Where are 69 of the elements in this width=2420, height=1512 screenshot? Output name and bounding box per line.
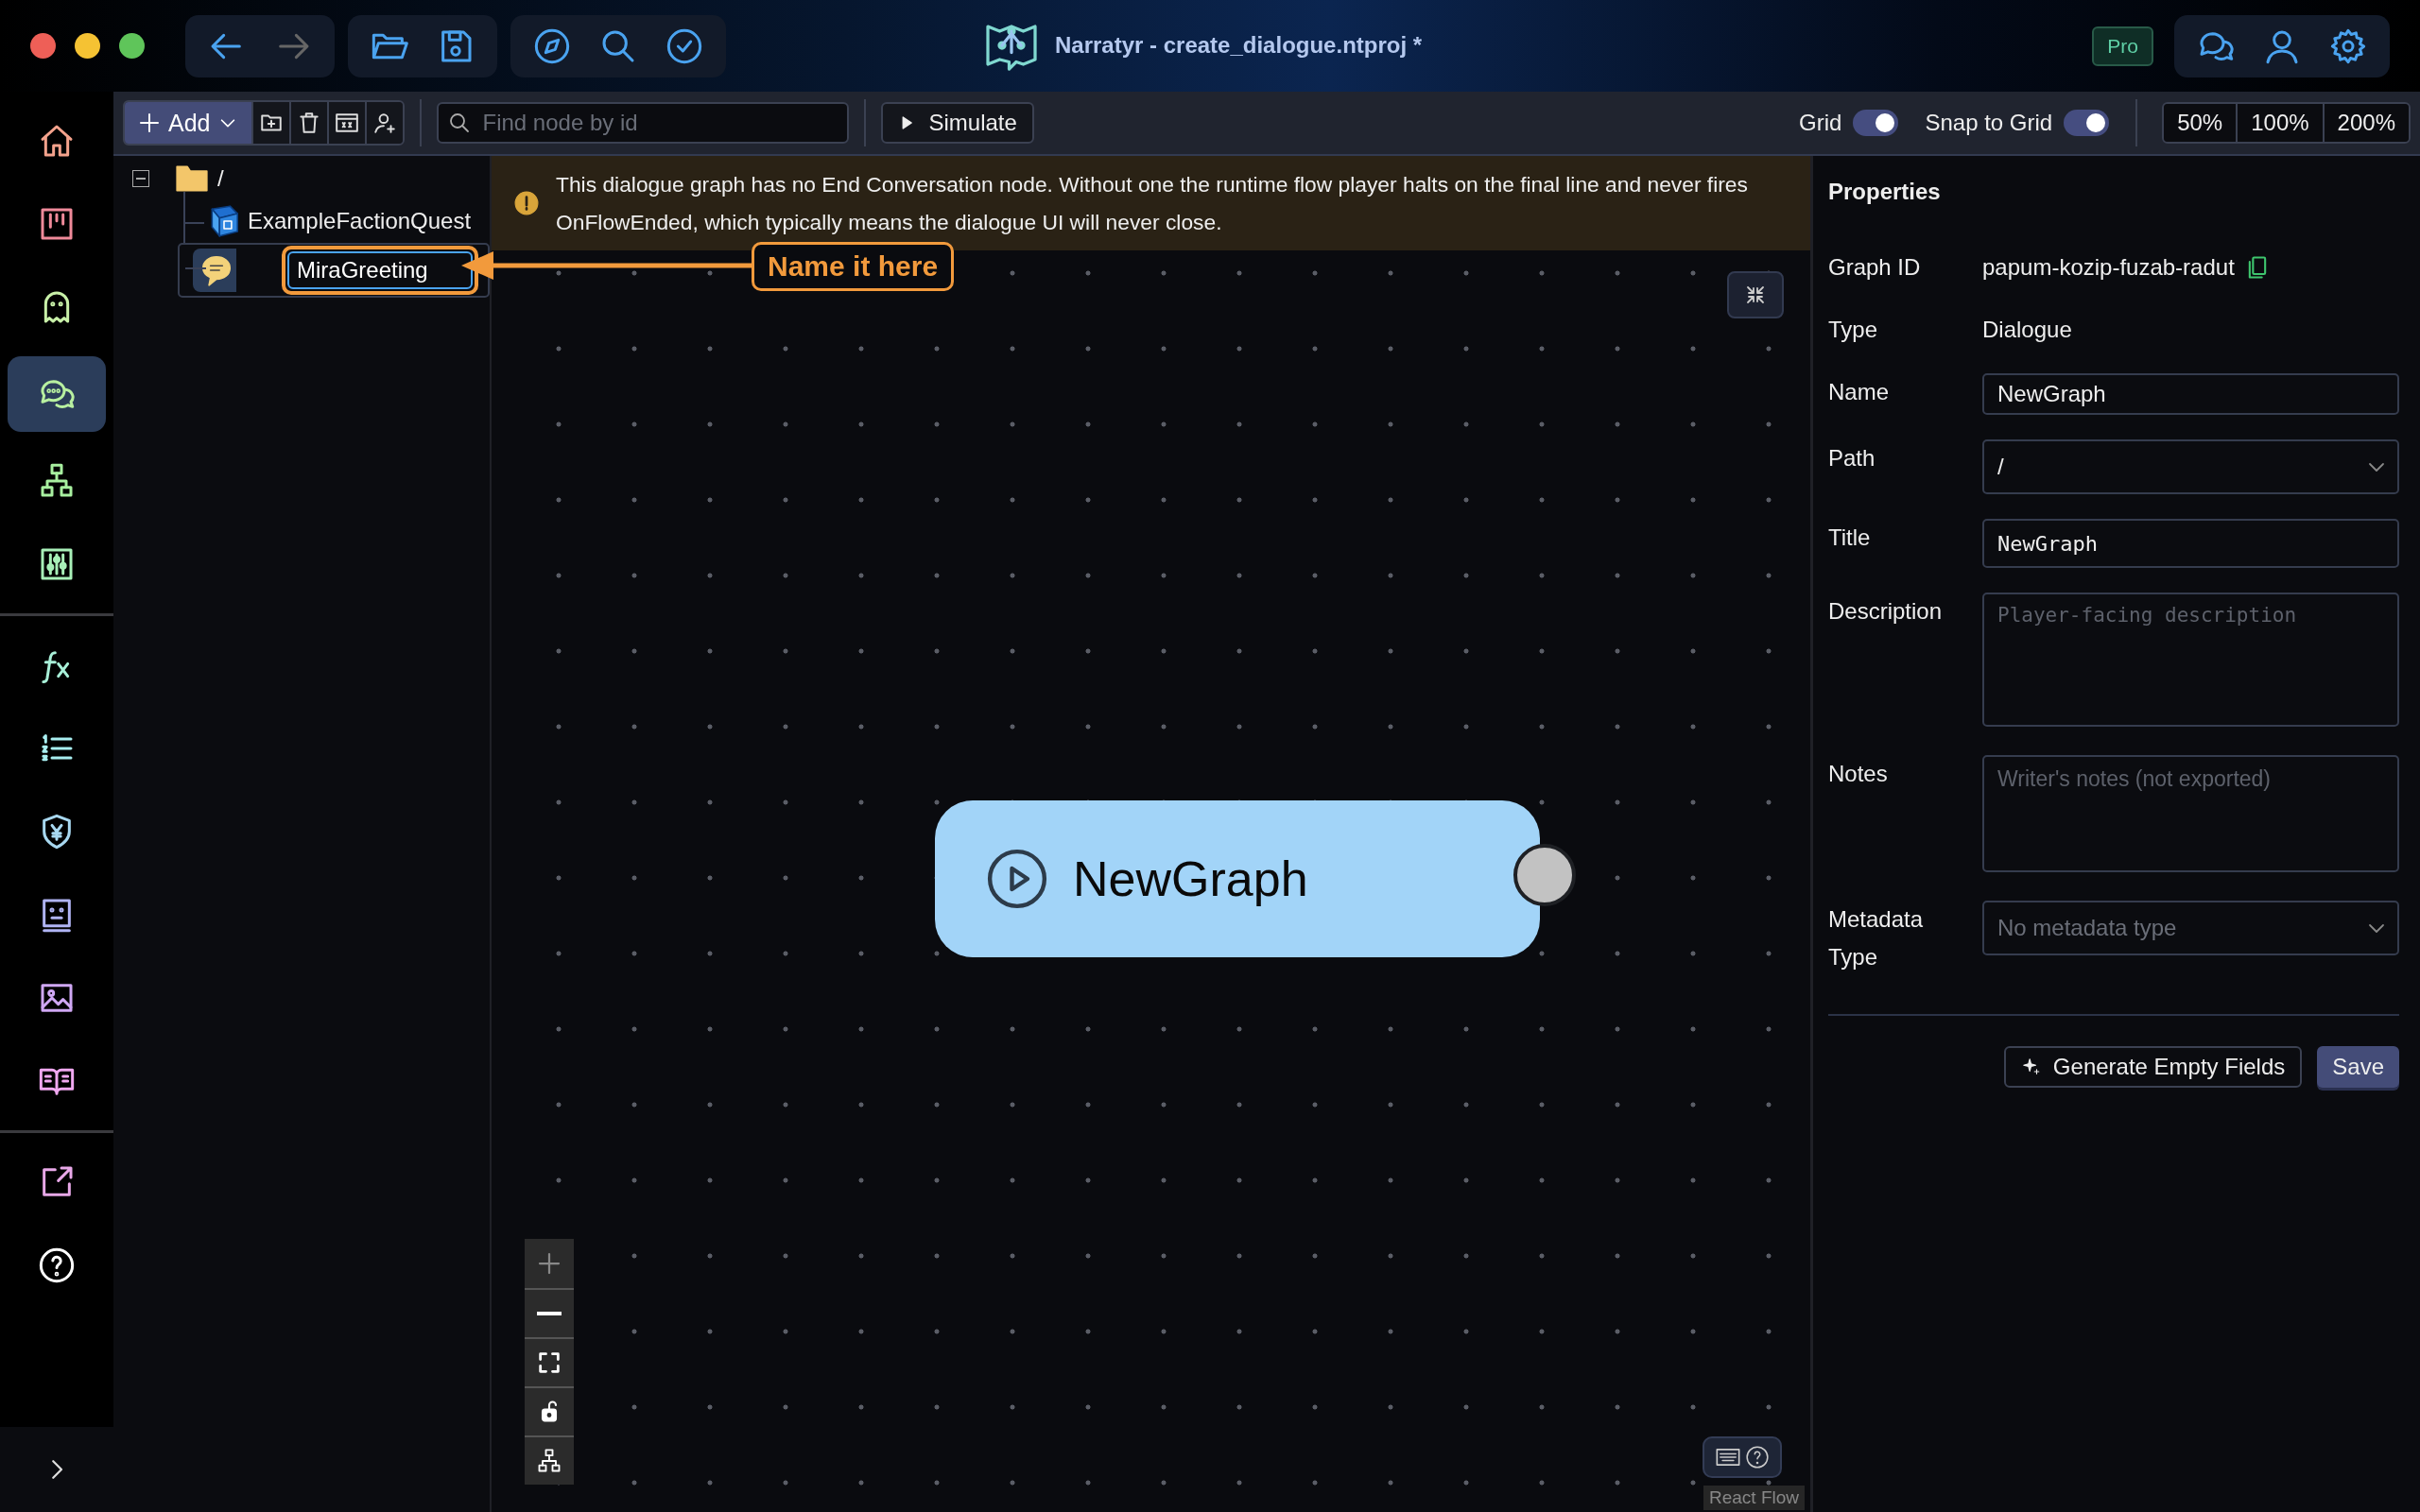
save-button[interactable]: Save — [2317, 1046, 2399, 1088]
toggle-label: Grid — [1799, 110, 1842, 136]
tree-item[interactable]: ExampleFactionQuest — [248, 208, 472, 234]
settings-button[interactable] — [2329, 26, 2367, 65]
text-area[interactable]: Player-facing description — [1982, 593, 2399, 727]
sidebar-item[interactable] — [8, 356, 106, 432]
delete-button[interactable] — [289, 102, 328, 144]
add-button[interactable]: Add — [125, 102, 252, 144]
check-circle-button[interactable] — [666, 26, 703, 65]
dropdown[interactable]: No metadata type — [1982, 901, 2399, 955]
zoom-preset-button[interactable]: 200% — [2322, 104, 2409, 142]
help-icon — [38, 1246, 76, 1284]
compass-button[interactable] — [533, 26, 571, 65]
minimize-button[interactable] — [75, 33, 100, 59]
toggle-label: Snap to Grid — [1925, 110, 2053, 136]
user-plus-icon — [372, 111, 398, 135]
frame-corners-icon — [536, 1349, 562, 1376]
search-icon — [448, 112, 472, 134]
panel-title: Properties — [1828, 179, 1942, 205]
plus-icon — [138, 112, 161, 134]
node-title: NewGraph — [1073, 850, 1308, 907]
text-field[interactable]: NewGraph — [1982, 519, 2399, 568]
tree-item[interactable]: / — [217, 165, 224, 192]
close-button[interactable] — [30, 33, 56, 59]
variables-button[interactable] — [327, 102, 366, 144]
fullscreen-button[interactable] — [1727, 271, 1784, 318]
new-folder-button[interactable] — [251, 102, 290, 144]
field-label: Notes — [1828, 760, 1889, 788]
simulate-button[interactable]: Simulate — [881, 102, 1034, 144]
maximize-button[interactable] — [119, 33, 145, 59]
zoom-preset-button[interactable]: 100% — [2236, 104, 2323, 142]
toggle-switch[interactable] — [1853, 110, 1899, 136]
add-character-button[interactable] — [365, 102, 404, 144]
window-title: Narratyr - create_dialogue.ntproj * — [1055, 32, 1423, 59]
minus-icon — [537, 1312, 562, 1315]
plan-badge: Pro — [2092, 26, 2153, 66]
warning-text: This dialogue graph has no End Conversation node. Without one the runtime flow player halts on the final line and never fires OnFlowEnded, which typically means the dialogue UI will never close. — [556, 171, 1749, 236]
field-value: papum-kozip-fuzab-radut — [1982, 253, 2235, 282]
sparkle-icon — [2020, 1057, 2042, 1077]
field-label: Metadata Type — [1828, 905, 1925, 971]
field-label: Description — [1828, 597, 1944, 626]
generate-button[interactable]: Generate Empty Fields — [2003, 1046, 2303, 1088]
rename-field[interactable]: MiraGreeting — [287, 251, 473, 289]
shortcuts-button[interactable] — [1703, 1436, 1782, 1478]
graph-node[interactable]: NewGraph — [935, 800, 1540, 957]
field-label: Title — [1828, 524, 1872, 552]
attribution-link[interactable]: React Flow — [1703, 1486, 1805, 1510]
collapse-arrows-icon — [1744, 284, 1767, 306]
dropdown[interactable]: / — [1982, 439, 2399, 494]
play-circle-icon — [986, 848, 1048, 910]
compass-icon — [533, 26, 571, 65]
help-icon — [1745, 1445, 1770, 1469]
check-circle-icon — [666, 26, 703, 65]
search-field[interactable]: Find node by id — [437, 102, 850, 144]
zoom-preset-button[interactable]: 50% — [2164, 104, 2237, 142]
field-value: Dialogue — [1982, 316, 2072, 344]
collapse-toggle[interactable] — [132, 170, 149, 187]
warning-icon — [514, 191, 539, 215]
hierarchy-icon — [536, 1448, 562, 1474]
text-field[interactable]: NewGraph — [1982, 373, 2399, 415]
variables-icon — [335, 111, 360, 135]
field-label: Type — [1828, 316, 1879, 344]
callout-label: Name it here — [752, 242, 955, 291]
field-label: Name — [1828, 378, 1891, 406]
toggle-switch[interactable] — [2064, 110, 2110, 136]
field-label: Path — [1828, 444, 1876, 472]
text-area[interactable]: Writer's notes (not exported) — [1982, 755, 2399, 872]
field-label: Graph ID — [1828, 253, 1922, 282]
settings-icon — [2329, 26, 2367, 65]
